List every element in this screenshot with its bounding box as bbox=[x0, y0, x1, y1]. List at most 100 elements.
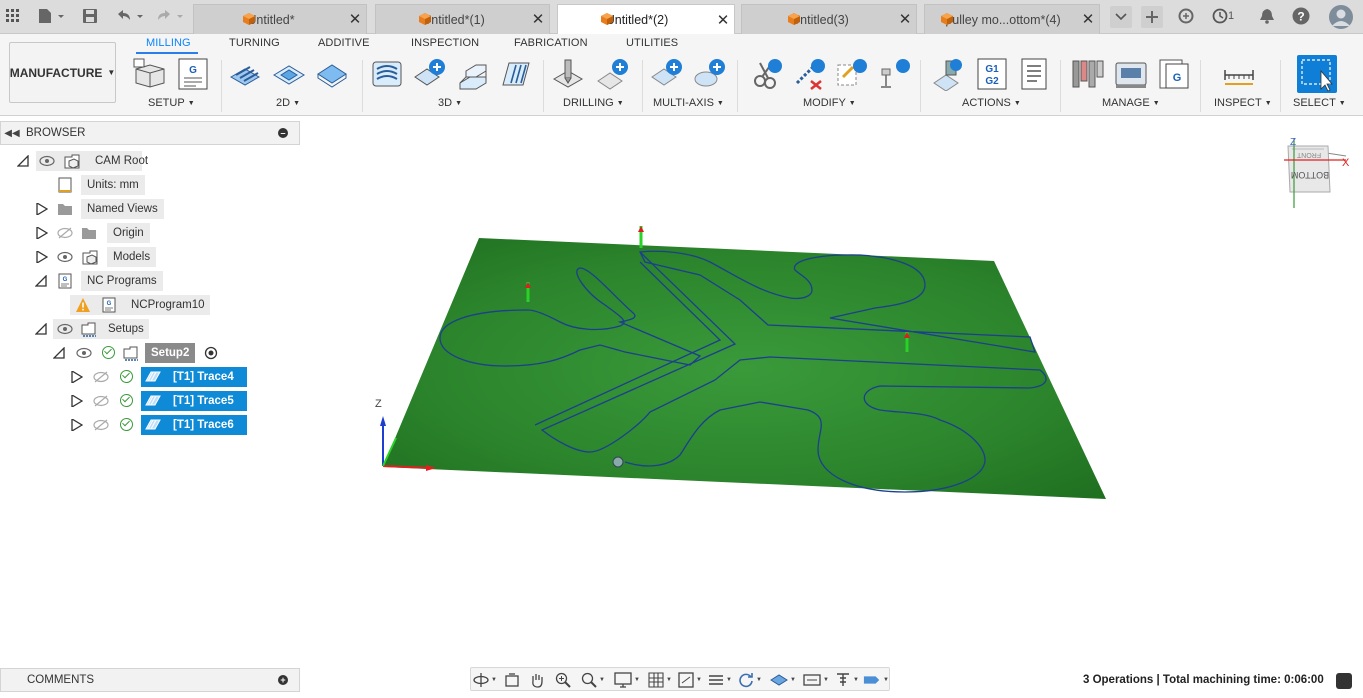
redo-icon[interactable] bbox=[153, 6, 185, 26]
add-comment-icon[interactable]: + bbox=[278, 675, 288, 685]
viewcube[interactable]: X Z FRONT BOTTOM bbox=[1284, 136, 1356, 212]
group-actions-label[interactable]: ACTIONS ▼ bbox=[962, 97, 1021, 109]
face-icon[interactable] bbox=[315, 57, 349, 91]
multi-axis-contour-icon[interactable] bbox=[693, 57, 727, 91]
refresh-button[interactable]: ▼ bbox=[738, 671, 764, 689]
toolpath-display-button[interactable]: ▼ bbox=[803, 671, 829, 689]
workspace-switcher[interactable]: MANUFACTURE ▼ bbox=[9, 42, 116, 103]
section-button[interactable]: ▼ bbox=[708, 671, 734, 689]
tab-milling[interactable]: MILLING bbox=[146, 37, 191, 49]
close-icon[interactable]: ✕ bbox=[531, 12, 545, 27]
expanded-triangle-icon[interactable] bbox=[35, 275, 47, 287]
tree-label-models[interactable]: Models bbox=[107, 247, 157, 267]
drill-icon[interactable] bbox=[552, 57, 586, 91]
2d-adaptive-icon[interactable] bbox=[228, 57, 262, 91]
status-panel-icon[interactable] bbox=[1336, 673, 1352, 689]
new-setup-icon[interactable] bbox=[132, 57, 166, 91]
file-menu-icon[interactable] bbox=[36, 6, 66, 26]
select-window-button[interactable] bbox=[1297, 55, 1337, 93]
3d-contour-icon[interactable] bbox=[456, 57, 490, 91]
active-setup-radio-icon[interactable] bbox=[204, 346, 218, 360]
visibility-eye-icon[interactable] bbox=[57, 323, 73, 335]
swarf-icon[interactable] bbox=[650, 57, 684, 91]
2d-pocket-icon[interactable] bbox=[272, 57, 306, 91]
doc-tab-untitled-3[interactable]: Untitled(3) ✕ bbox=[741, 4, 917, 34]
notifications-bell-icon[interactable] bbox=[1258, 6, 1276, 26]
collapsed-triangle-icon[interactable] bbox=[36, 251, 48, 263]
group-modify-label[interactable]: MODIFY ▼ bbox=[803, 97, 856, 109]
tree-label-nc-program10[interactable]: NCProgram10 bbox=[125, 295, 211, 315]
stock-visibility-button[interactable]: ▼ bbox=[770, 671, 796, 689]
close-icon[interactable]: ✕ bbox=[1081, 12, 1095, 27]
fit-button[interactable]: ▼ bbox=[581, 671, 607, 689]
doc-tab-untitled-1[interactable]: Untitled*(1) ✕ bbox=[375, 4, 550, 34]
expanded-triangle-icon[interactable] bbox=[17, 155, 29, 167]
tool-library-icon[interactable] bbox=[1071, 57, 1105, 91]
doc-tab-untitled-2[interactable]: Untitled*(2) ✕ bbox=[557, 4, 735, 35]
hole-recognition-icon[interactable] bbox=[596, 57, 630, 91]
simulation-display-button[interactable]: ▼ bbox=[863, 671, 889, 689]
hidden-eye-icon[interactable] bbox=[93, 371, 109, 383]
canvas-viewport[interactable]: Z bbox=[300, 116, 1363, 666]
undo-icon[interactable] bbox=[113, 6, 145, 26]
app-grid-icon[interactable] bbox=[4, 6, 22, 26]
group-manage-label[interactable]: MANAGE ▼ bbox=[1102, 97, 1160, 109]
tree-label-trace6[interactable]: [T1] Trace6 bbox=[167, 415, 240, 435]
visibility-eye-icon[interactable] bbox=[39, 155, 55, 167]
tree-label-cam-root[interactable]: CAM Root bbox=[89, 151, 154, 171]
trim-toolpath-icon[interactable] bbox=[750, 57, 784, 91]
group-2d-label[interactable]: 2D ▼ bbox=[276, 97, 300, 109]
group-drilling-label[interactable]: DRILLING ▼ bbox=[563, 97, 624, 109]
3d-pocket-icon[interactable] bbox=[413, 57, 447, 91]
job-status-clock-icon[interactable]: 1 bbox=[1208, 6, 1238, 26]
machine-library-icon[interactable] bbox=[1114, 57, 1148, 91]
group-select-label[interactable]: SELECT ▼ bbox=[1293, 97, 1346, 109]
tree-label-nc-programs[interactable]: NC Programs bbox=[81, 271, 163, 291]
tree-label-units[interactable]: Units: mm bbox=[81, 175, 145, 195]
zoom-button[interactable] bbox=[555, 671, 581, 689]
measure-icon[interactable] bbox=[1222, 57, 1256, 91]
tool-orientation-icon[interactable] bbox=[878, 57, 912, 91]
simulate-icon[interactable] bbox=[932, 57, 966, 91]
user-avatar[interactable] bbox=[1328, 4, 1354, 30]
look-at-button[interactable] bbox=[504, 671, 530, 689]
pan-button[interactable] bbox=[529, 671, 555, 689]
3d-adaptive-icon[interactable] bbox=[370, 57, 404, 91]
post-library-icon[interactable]: G bbox=[1157, 57, 1191, 91]
doc-tab-untitled[interactable]: Untitled* ✕ bbox=[193, 4, 367, 34]
close-icon[interactable]: ✕ bbox=[898, 12, 912, 27]
visibility-eye-icon[interactable] bbox=[57, 251, 73, 263]
collapsed-triangle-icon[interactable] bbox=[36, 203, 48, 215]
tool-display-button[interactable]: ▼ bbox=[835, 671, 861, 689]
hidden-eye-icon[interactable] bbox=[57, 227, 73, 239]
collapsed-triangle-icon[interactable] bbox=[36, 227, 48, 239]
visibility-eye-icon[interactable] bbox=[76, 347, 92, 359]
tab-fabrication[interactable]: FABRICATION bbox=[514, 37, 588, 49]
close-icon[interactable]: ✕ bbox=[348, 12, 362, 27]
nc-program-icon[interactable]: G bbox=[176, 57, 210, 91]
tab-additive[interactable]: ADDITIVE bbox=[318, 37, 370, 49]
viewcube-bottom-label[interactable]: BOTTOM bbox=[1291, 170, 1329, 180]
tab-turning[interactable]: TURNING bbox=[229, 37, 280, 49]
hidden-eye-icon[interactable] bbox=[93, 395, 109, 407]
orbit-button[interactable]: ▼ bbox=[473, 671, 499, 689]
grid-settings-button[interactable]: ▼ bbox=[648, 671, 674, 689]
comments-panel-header[interactable]: COMMENTS + bbox=[0, 668, 300, 692]
help-icon[interactable]: ? bbox=[1291, 6, 1311, 26]
collapsed-triangle-icon[interactable] bbox=[71, 371, 83, 383]
tree-label-trace5[interactable]: [T1] Trace5 bbox=[167, 391, 240, 411]
collapse-panel-icon[interactable]: ◀◀ bbox=[1, 128, 23, 139]
new-tab-plus-icon[interactable] bbox=[1141, 6, 1163, 28]
collapsed-triangle-icon[interactable] bbox=[71, 419, 83, 431]
browser-minimize-icon[interactable]: – bbox=[278, 128, 288, 138]
3d-parallel-icon[interactable] bbox=[499, 57, 533, 91]
group-inspect-label[interactable]: INSPECT ▼ bbox=[1214, 97, 1272, 109]
group-multiaxis-label[interactable]: MULTI-AXIS ▼ bbox=[653, 97, 724, 109]
expanded-triangle-icon[interactable] bbox=[53, 347, 65, 359]
tree-label-named-views[interactable]: Named Views bbox=[81, 199, 164, 219]
tree-label-setup2[interactable]: Setup2 bbox=[145, 343, 196, 363]
group-setup-label[interactable]: SETUP ▼ bbox=[148, 97, 195, 109]
tree-label-origin[interactable]: Origin bbox=[107, 223, 150, 243]
edit-notes-icon[interactable] bbox=[835, 57, 869, 91]
hidden-eye-icon[interactable] bbox=[93, 419, 109, 431]
